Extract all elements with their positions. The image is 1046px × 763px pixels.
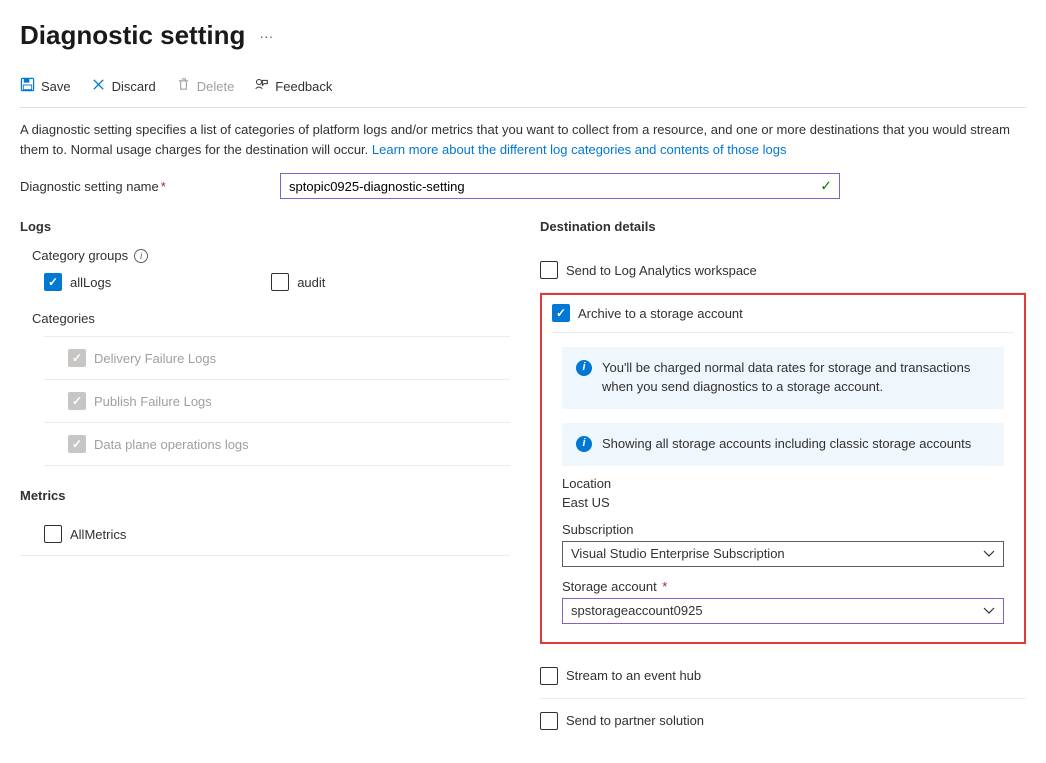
- partner-label: Send to partner solution: [566, 713, 704, 728]
- info-icon: i: [576, 360, 592, 376]
- location-label: Location: [562, 476, 1004, 491]
- metrics-heading: Metrics: [20, 488, 510, 503]
- log-analytics-label: Send to Log Analytics workspace: [566, 263, 757, 278]
- feedback-button[interactable]: Feedback: [254, 77, 332, 95]
- archive-checkbox[interactable]: [552, 304, 570, 322]
- alllogs-label: allLogs: [70, 275, 111, 290]
- page-title: Diagnostic setting: [20, 20, 245, 51]
- feedback-label: Feedback: [275, 79, 332, 94]
- category-checkbox-1: [68, 392, 86, 410]
- partner-checkbox[interactable]: [540, 712, 558, 730]
- alllogs-checkbox[interactable]: [44, 273, 62, 291]
- storage-account-dropdown[interactable]: spstorageaccount0925: [562, 598, 1004, 624]
- subscription-dropdown[interactable]: Visual Studio Enterprise Subscription: [562, 541, 1004, 567]
- discard-icon: [91, 77, 106, 95]
- description-text: A diagnostic setting specifies a list of…: [20, 120, 1026, 159]
- save-icon: [20, 77, 35, 95]
- setting-name-input[interactable]: [280, 173, 840, 199]
- archive-highlight-box: Archive to a storage account i You'll be…: [540, 293, 1026, 644]
- more-menu-icon[interactable]: ···: [259, 28, 273, 44]
- audit-checkbox[interactable]: [271, 273, 289, 291]
- category-checkbox-0: [68, 349, 86, 367]
- allmetrics-label: AllMetrics: [70, 527, 126, 542]
- archive-info-banner-1: i You'll be charged normal data rates fo…: [562, 347, 1004, 409]
- discard-button[interactable]: Discard: [91, 77, 156, 95]
- chevron-down-icon: [983, 607, 995, 615]
- info-icon: i: [576, 436, 592, 452]
- chevron-down-icon: [983, 550, 995, 558]
- delete-button: Delete: [176, 77, 235, 95]
- feedback-icon: [254, 77, 269, 95]
- category-label-0: Delivery Failure Logs: [94, 351, 216, 366]
- logs-heading: Logs: [20, 219, 510, 234]
- setting-name-label: Diagnostic setting name*: [20, 179, 270, 194]
- eventhub-label: Stream to an event hub: [566, 668, 701, 683]
- valid-checkmark-icon: ✓: [820, 178, 832, 195]
- storage-account-label: Storage account *: [562, 579, 1004, 594]
- archive-info-banner-2: i Showing all storage accounts including…: [562, 423, 1004, 466]
- delete-icon: [176, 77, 191, 95]
- location-value: East US: [562, 495, 1004, 510]
- delete-label: Delete: [197, 79, 235, 94]
- allmetrics-checkbox[interactable]: [44, 525, 62, 543]
- destination-heading: Destination details: [540, 219, 1026, 234]
- info-icon[interactable]: i: [134, 249, 148, 263]
- subscription-label: Subscription: [562, 522, 1004, 537]
- category-label-2: Data plane operations logs: [94, 437, 249, 452]
- audit-label: audit: [297, 275, 325, 290]
- eventhub-checkbox[interactable]: [540, 667, 558, 685]
- log-analytics-checkbox[interactable]: [540, 261, 558, 279]
- categories-label: Categories: [32, 311, 510, 326]
- save-label: Save: [41, 79, 71, 94]
- learn-more-link[interactable]: Learn more about the different log categ…: [372, 142, 787, 157]
- save-button[interactable]: Save: [20, 77, 71, 95]
- discard-label: Discard: [112, 79, 156, 94]
- category-groups-label: Category groups: [32, 248, 128, 263]
- category-checkbox-2: [68, 435, 86, 453]
- category-label-1: Publish Failure Logs: [94, 394, 212, 409]
- archive-label: Archive to a storage account: [578, 306, 743, 321]
